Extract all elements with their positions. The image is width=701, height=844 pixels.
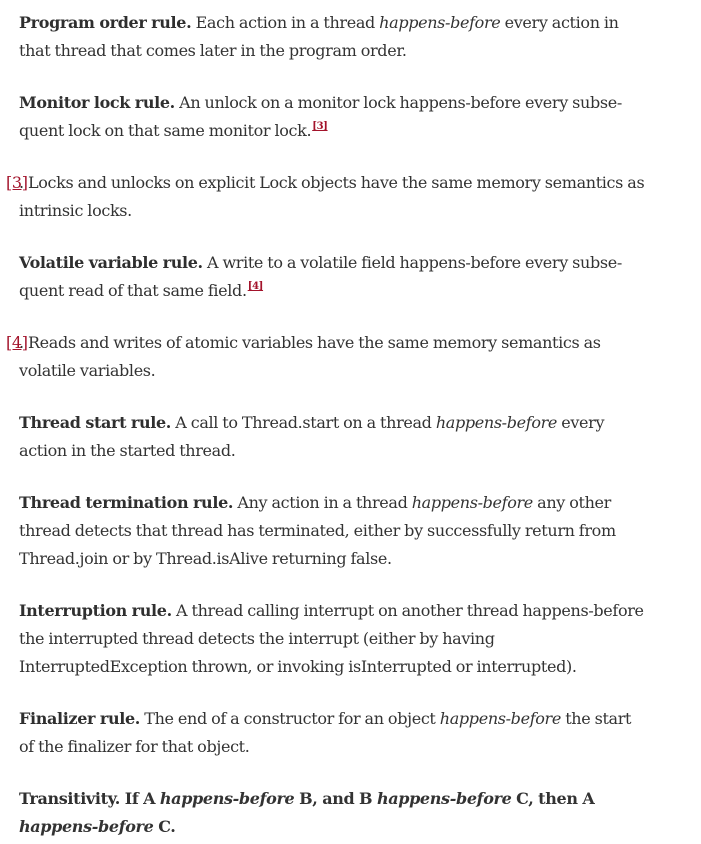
- rule-term: Thread termination rule.: [19, 493, 234, 512]
- footnote-ref-4[interactable]: [4]: [248, 281, 264, 292]
- rule-text: Each action in a thread: [191, 13, 380, 32]
- rule-term: Interruption rule.: [19, 601, 172, 620]
- rule-text: A call to Thread.start on a thread: [171, 413, 436, 432]
- rule-emphasis: happens-before: [376, 789, 512, 808]
- rule-emphasis: happens-before: [159, 789, 295, 808]
- rule-thread-termination: Thread termination rule. Any action in a…: [19, 489, 649, 573]
- rule-text: C.: [153, 817, 176, 836]
- rule-monitor-lock: Monitor lock rule. An unlock on a monito…: [19, 89, 649, 145]
- rule-emphasis: happens-before: [19, 817, 154, 836]
- rule-volatile-variable: Volatile variable rule. A write to a vol…: [19, 249, 649, 305]
- footnote-text: . Reads and writes of atomic variables h…: [19, 333, 601, 380]
- rule-term: Program order rule.: [19, 13, 192, 32]
- footnote-ref-3[interactable]: [3]: [312, 121, 328, 132]
- rule-emphasis: happens-before: [411, 493, 534, 512]
- footnote-text: . Locks and unlocks on explicit Lock obj…: [19, 173, 645, 220]
- rule-finalizer: Finalizer rule. The end of a constructor…: [19, 705, 649, 761]
- rule-text: The end of a constructor for an object: [140, 709, 440, 728]
- rule-emphasis: happens-before: [435, 413, 558, 432]
- rule-term: Volatile variable rule.: [19, 253, 203, 272]
- footnote-3: [3]. Locks and unlocks on explicit Lock …: [6, 169, 659, 225]
- footnote-4-link[interactable]: [4]: [6, 329, 28, 357]
- rule-term: Finalizer rule.: [19, 709, 141, 728]
- rule-text: Any action in a thread: [233, 493, 412, 512]
- rule-text: B, and B: [294, 789, 377, 808]
- rule-interruption: Interruption rule. A thread calling inte…: [19, 597, 649, 681]
- rule-term: Transitivity.: [19, 789, 120, 808]
- footnote-3-link[interactable]: [3]: [6, 169, 28, 197]
- rule-transitivity: Transitivity. If A happens-before B, and…: [19, 785, 649, 841]
- footnote-4: [4]. Reads and writes of atomic variable…: [6, 329, 659, 385]
- rule-program-order: Program order rule. Each action in a thr…: [19, 9, 649, 65]
- rule-text: C, then A: [511, 789, 595, 808]
- rule-term: Monitor lock rule.: [19, 93, 175, 112]
- rule-text: If A: [119, 789, 160, 808]
- rule-emphasis: happens-before: [439, 709, 562, 728]
- rule-emphasis: happens-before: [379, 13, 501, 32]
- rule-thread-start: Thread start rule. A call to Thread.star…: [19, 409, 649, 465]
- rule-term: Thread start rule.: [19, 413, 172, 432]
